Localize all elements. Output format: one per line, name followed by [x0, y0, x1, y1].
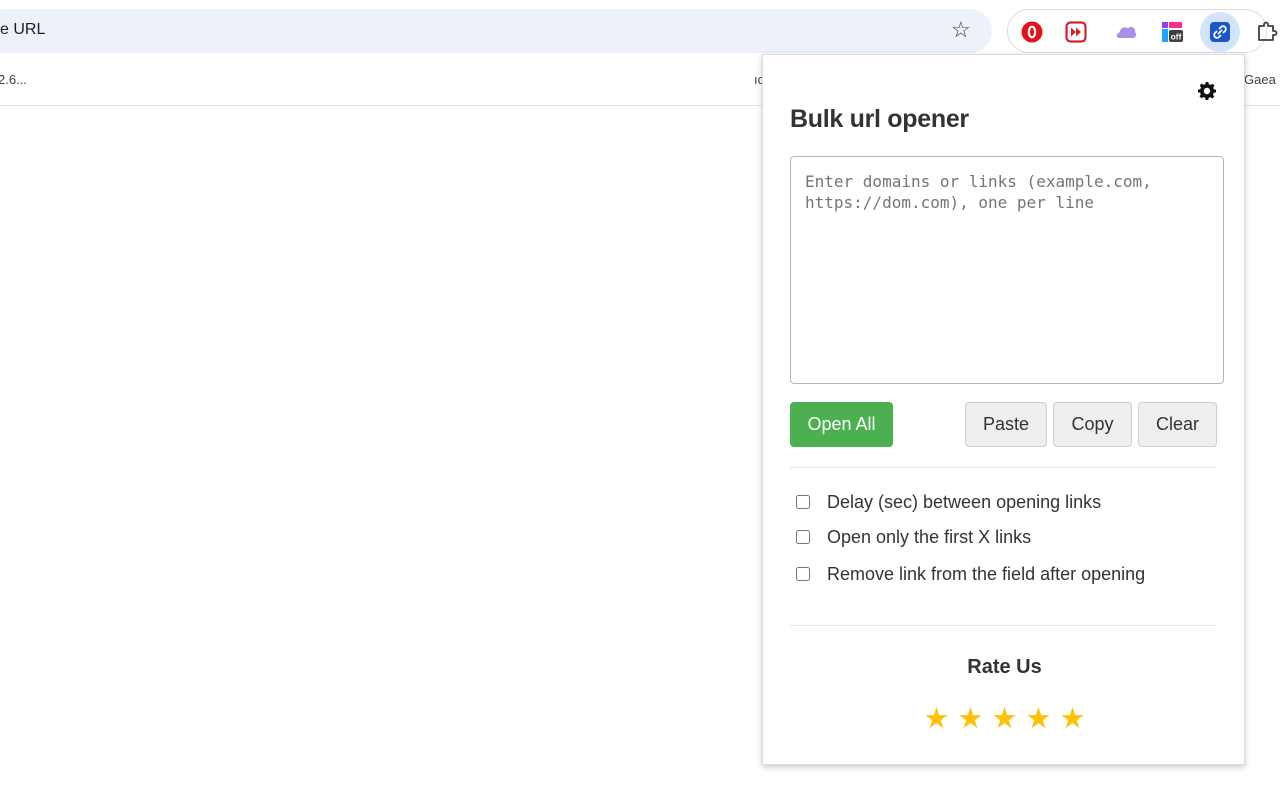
- browser-toolbar: e URL ☆ off: [0, 0, 1280, 62]
- first-x-links-option-label: Open only the first X links: [827, 526, 1032, 547]
- divider: [790, 625, 1217, 626]
- copy-button[interactable]: Copy: [1053, 402, 1132, 447]
- bulk-url-opener-popup: Bulk url opener Open All Paste Copy Clea…: [762, 54, 1245, 765]
- bulk-url-opener-extension-button[interactable]: [1200, 12, 1240, 52]
- link-icon: [1210, 22, 1230, 42]
- rating-stars: ★ ★ ★ ★ ★: [763, 700, 1246, 736]
- star-icon[interactable]: ★: [992, 700, 1018, 736]
- popup-title: Bulk url opener: [790, 105, 969, 133]
- opera-adblock-icon[interactable]: [1021, 21, 1043, 43]
- grid-off-icon[interactable]: off: [1161, 21, 1183, 43]
- open-all-button[interactable]: Open All: [790, 402, 893, 447]
- star-icon[interactable]: ★: [958, 700, 984, 736]
- bookmark-item[interactable]: Gaea: [1244, 72, 1276, 87]
- star-icon[interactable]: ★: [1026, 700, 1052, 736]
- delay-option-label: Delay (sec) between opening links: [827, 491, 1102, 512]
- rate-us-heading: Rate Us: [967, 656, 1042, 678]
- extensions-bar: off: [1007, 9, 1267, 53]
- remove-link-option[interactable]: Remove link from the field after opening: [796, 563, 1145, 585]
- star-icon[interactable]: ★: [924, 700, 950, 736]
- star-icon[interactable]: ★: [1060, 700, 1086, 736]
- clear-button[interactable]: Clear: [1138, 402, 1217, 447]
- remove-link-option-label: Remove link from the field after opening: [827, 563, 1146, 584]
- urls-textarea[interactable]: [790, 156, 1224, 384]
- video-speed-icon[interactable]: [1065, 21, 1087, 43]
- bookmark-star-icon[interactable]: ☆: [951, 18, 971, 42]
- first-x-links-checkbox[interactable]: [796, 530, 810, 544]
- bookmark-item[interactable]: 2.6...: [0, 72, 27, 87]
- delay-checkbox[interactable]: [796, 495, 810, 509]
- off-badge: off: [1171, 32, 1182, 42]
- gear-icon[interactable]: [1197, 81, 1217, 101]
- puzzle-icon[interactable]: [1256, 20, 1278, 42]
- delay-option[interactable]: Delay (sec) between opening links: [796, 491, 1101, 513]
- address-bar[interactable]: e URL ☆: [0, 9, 992, 53]
- remove-link-checkbox[interactable]: [796, 567, 810, 581]
- divider: [790, 467, 1217, 468]
- address-bar-text[interactable]: e URL: [0, 21, 45, 39]
- first-x-links-option[interactable]: Open only the first X links: [796, 526, 1031, 548]
- cloud-icon[interactable]: [1115, 21, 1137, 43]
- paste-button[interactable]: Paste: [965, 402, 1047, 447]
